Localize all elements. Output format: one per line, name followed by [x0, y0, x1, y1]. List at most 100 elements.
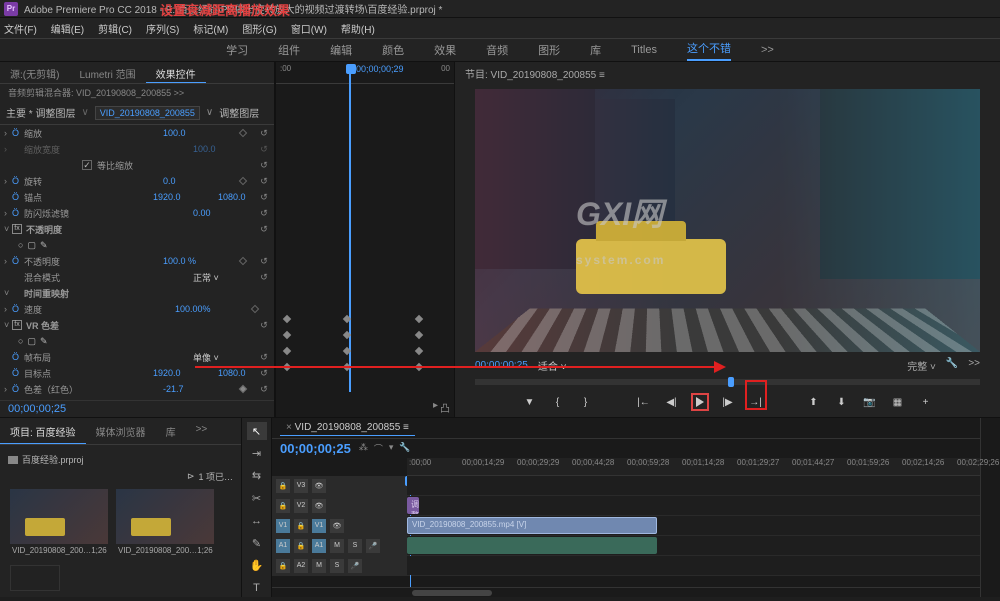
mini-ruler[interactable]: :00 00;00;00;29 00	[276, 62, 454, 84]
val-framelayout[interactable]: 单像 ˅	[193, 351, 258, 364]
reset-icon[interactable]: ↺	[258, 352, 270, 363]
timeline-tracks[interactable]: 🔒V3👁 🔒V2👁 调整图层 V1🔒V1👁 VID_20190808_20085…	[272, 476, 980, 587]
ws-titles[interactable]: Titles	[631, 44, 657, 56]
settings-icon[interactable]: 🔧	[946, 358, 958, 373]
timeline-ruler[interactable]: :00;00 00;00;14;29 00;00;29;29 00;00;44;…	[407, 458, 980, 476]
ws-audio[interactable]: 音频	[486, 42, 508, 58]
reset-icon[interactable]: ↺	[258, 128, 270, 139]
razor-tool[interactable]: ✂	[247, 489, 267, 507]
lock-icon[interactable]: 🔒	[276, 499, 290, 513]
clip-adjustment-layer[interactable]: 调整图层	[407, 497, 419, 514]
keyframe-marker[interactable]	[343, 315, 351, 323]
export-frame-button[interactable]: 📷	[861, 393, 879, 411]
clip-audio-a1[interactable]	[407, 537, 657, 554]
linked-selection-icon[interactable]: ⌒	[374, 442, 383, 455]
mask-ellipse-icon[interactable]: ○	[18, 336, 23, 346]
step-back-button[interactable]: ◀|	[663, 393, 681, 411]
menu-graphics[interactable]: 图形(G)	[242, 21, 276, 36]
val-anchor-y[interactable]: 1080.0	[218, 192, 258, 202]
tab-effect-controls[interactable]: 效果控件	[146, 62, 206, 83]
reset-icon[interactable]: ↺	[258, 400, 270, 401]
menu-help[interactable]: 帮助(H)	[341, 21, 375, 36]
uniform-scale-checkbox[interactable]: ✓	[82, 160, 92, 170]
hand-tool[interactable]: ✋	[247, 556, 267, 574]
lock-icon[interactable]: 🔒	[276, 479, 290, 493]
ws-editing[interactable]: 编辑	[330, 42, 352, 58]
reset-icon[interactable]: ↺	[258, 384, 270, 395]
fx-badge[interactable]: fx	[12, 320, 22, 330]
type-tool[interactable]: T	[247, 579, 267, 597]
stopwatch-icon[interactable]: Ö	[12, 304, 19, 314]
lock-icon[interactable]: 🔒	[294, 519, 308, 533]
extract-button[interactable]: ⬇	[833, 393, 851, 411]
settings-icon[interactable]: 🔧	[399, 442, 410, 455]
clip-video-v1[interactable]: VID_20190808_200855.mp4 [V]	[407, 517, 657, 534]
reset-icon[interactable]: ↺	[258, 368, 270, 379]
comparison-button[interactable]: ▦	[889, 393, 907, 411]
val-scale[interactable]: 100.0	[163, 128, 228, 138]
keyframe-marker[interactable]	[415, 347, 423, 355]
track-head-v1[interactable]: V1🔒V1👁	[272, 516, 407, 535]
stopwatch-icon[interactable]: Ö	[12, 176, 19, 186]
fx-badge[interactable]: fx	[12, 224, 22, 234]
ripple-edit-tool[interactable]: ⇆	[247, 467, 267, 485]
zoom-in-icon[interactable]: 凸	[440, 400, 450, 415]
tab-lumetri[interactable]: Lumetri 范围	[69, 62, 145, 83]
program-video-view[interactable]: GXI网system.com	[475, 89, 980, 352]
mask-rect-icon[interactable]: ▢	[27, 240, 36, 251]
effect-keyframe-timeline[interactable]: :00 00;00;00;29 00 ▸ 凸	[275, 62, 455, 417]
stopwatch-icon[interactable]: Ö	[12, 352, 19, 362]
track-select-tool[interactable]: ⇥	[247, 444, 267, 462]
track-head-a2[interactable]: 🔒A2MS🎤	[272, 556, 407, 575]
val-scale-width[interactable]: 100.0	[193, 144, 258, 154]
tab-library[interactable]: 库	[156, 420, 186, 444]
lock-icon[interactable]: 🔒	[294, 539, 308, 553]
snap-icon[interactable]: ⁂	[359, 442, 368, 455]
reset-icon[interactable]: ↺	[258, 320, 270, 331]
menu-window[interactable]: 窗口(W)	[291, 21, 327, 36]
mark-out-button[interactable]: }	[577, 393, 595, 411]
keyframe-marker[interactable]	[343, 331, 351, 339]
val-anchor-x[interactable]: 1920.0	[153, 192, 218, 202]
mic-icon[interactable]: 🎤	[366, 539, 380, 553]
stopwatch-icon[interactable]: Ö	[12, 208, 19, 218]
val-target-y[interactable]: 1080.0	[218, 368, 258, 378]
mini-playhead[interactable]	[346, 64, 356, 78]
menu-clip[interactable]: 剪辑(C)	[98, 21, 132, 36]
mask-ellipse-icon[interactable]: ○	[18, 240, 23, 250]
sequence-tab[interactable]: × VID_20190808_200855 ≡	[280, 420, 415, 436]
timeline-timecode[interactable]: 00;00;00;25	[280, 441, 351, 456]
pen-tool[interactable]: ✎	[247, 534, 267, 552]
toggle-output-icon[interactable]: 👁	[330, 519, 344, 533]
program-scrubber[interactable]	[475, 379, 980, 385]
ws-learn[interactable]: 学习	[226, 42, 248, 58]
stopwatch-icon[interactable]: Ö	[12, 256, 19, 266]
tab-media-browser[interactable]: 媒体浏览器	[86, 420, 156, 444]
mark-in-button[interactable]: {	[549, 393, 567, 411]
keyframe-marker[interactable]	[283, 315, 291, 323]
reset-icon[interactable]: ↺	[258, 192, 270, 203]
stopwatch-icon[interactable]: Ö	[12, 192, 19, 202]
lift-button[interactable]: ⬆	[805, 393, 823, 411]
ws-graphics[interactable]: 图形	[538, 42, 560, 58]
toggle-output-icon[interactable]: 👁	[312, 479, 326, 493]
menu-file[interactable]: 文件(F)	[4, 21, 37, 36]
keyframe-marker[interactable]	[343, 347, 351, 355]
ws-color[interactable]: 颜色	[382, 42, 404, 58]
mic-icon[interactable]: 🎤	[348, 559, 362, 573]
mask-rect-icon[interactable]: ▢	[27, 336, 36, 347]
keyframe-nav[interactable]	[228, 386, 258, 392]
add-marker-button[interactable]: ▼	[521, 393, 539, 411]
ws-library[interactable]: 库	[590, 42, 601, 58]
ws-active[interactable]: 这个不错	[687, 40, 731, 61]
val-rotation[interactable]: 0.0	[163, 176, 228, 186]
audio-mixer-tab[interactable]: 音频剪辑混合器: VID_20190808_200855 >>	[0, 84, 274, 101]
keyframe-marker[interactable]	[415, 331, 423, 339]
ws-assembly[interactable]: 组件	[278, 42, 300, 58]
reset-icon[interactable]: ↺	[258, 224, 270, 235]
tab-source[interactable]: 源:(无剪辑)	[0, 62, 69, 83]
stopwatch-icon[interactable]: Ö	[12, 128, 19, 138]
reset-icon[interactable]: ↺	[258, 272, 270, 283]
button-editor[interactable]: +	[917, 393, 935, 411]
menu-edit[interactable]: 编辑(E)	[51, 21, 84, 36]
